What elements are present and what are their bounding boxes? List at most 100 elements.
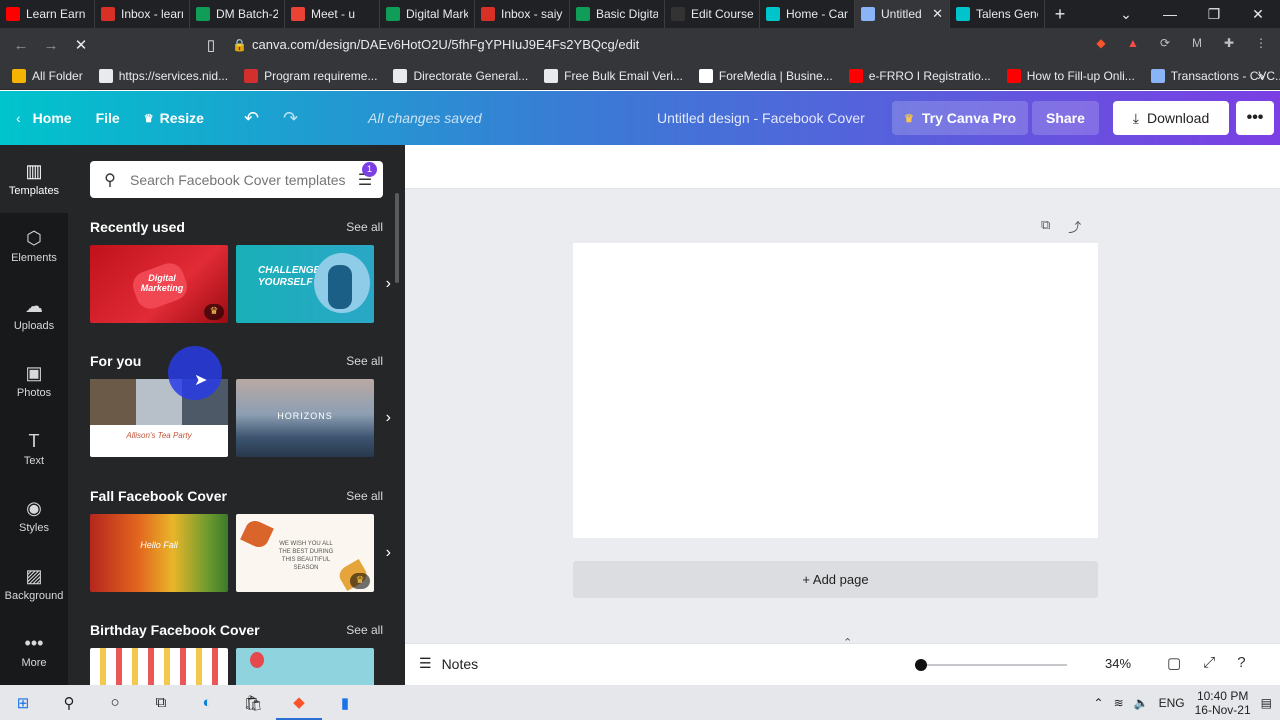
template-thumbnail[interactable]: Hello Fall xyxy=(90,514,228,592)
gmail-ext-icon[interactable]: M xyxy=(1188,34,1206,52)
tab-search-icon[interactable]: ⌄ xyxy=(1104,6,1148,23)
show-pages-chevron-icon[interactable]: ⌃ xyxy=(843,636,852,649)
wifi-icon[interactable]: ≋ xyxy=(1114,696,1124,710)
resize-button[interactable]: ♛ Resize xyxy=(132,91,216,145)
zoom-slider-knob[interactable] xyxy=(915,659,927,671)
zoom-level[interactable]: 34% xyxy=(1105,656,1131,671)
chevron-right-icon[interactable]: › xyxy=(386,409,391,427)
duplicate-page-icon[interactable]: ⧉ xyxy=(1041,217,1050,236)
template-thumbnail[interactable]: Digital Marketing ♛ xyxy=(90,245,228,323)
redo-button[interactable]: ↷ xyxy=(271,91,310,145)
filter-icon[interactable]: ☰ 1 xyxy=(347,161,383,190)
forward-button[interactable]: → xyxy=(36,37,66,54)
rail-item-styles[interactable]: ◉ Styles xyxy=(0,483,68,551)
brave-shield-icon[interactable]: ◆ xyxy=(1092,34,1110,52)
language-indicator[interactable]: ENG xyxy=(1159,696,1185,710)
brave-rewards-icon[interactable]: ▲ xyxy=(1124,34,1142,52)
app-icon[interactable]: ▮ xyxy=(322,685,368,720)
bookmark-item[interactable]: All Folder xyxy=(12,68,83,83)
windows-start-icon[interactable]: ⊞ xyxy=(0,685,46,720)
more-options-button[interactable]: ••• xyxy=(1236,101,1274,135)
see-all-link[interactable]: See all xyxy=(346,623,383,637)
bookmark-item[interactable]: Free Bulk Email Veri... xyxy=(544,68,683,83)
bookmark-item[interactable]: Directorate General... xyxy=(393,68,528,83)
clock[interactable]: 10:40 PM 16-Nov-21 xyxy=(1195,689,1251,717)
template-thumbnail[interactable]: CHALLENGE YOURSELF xyxy=(236,245,374,323)
browser-tab[interactable]: Inbox - saiy xyxy=(475,0,570,28)
see-all-link[interactable]: See all xyxy=(346,354,383,368)
design-title[interactable]: Untitled design - Facebook Cover xyxy=(657,110,865,126)
edge-icon[interactable]: ◐ xyxy=(184,685,230,720)
page-count-icon[interactable]: ▢ xyxy=(1167,654,1181,672)
bookmark-item[interactable]: e-FRRO I Registratio... xyxy=(848,68,991,83)
url-field[interactable]: 🔒 canva.com/design/DAEv6HotO2U/5fhFgYPHI… xyxy=(228,34,1008,56)
rail-item-more[interactable]: ••• More xyxy=(0,618,68,686)
panel-scrollbar[interactable] xyxy=(395,193,399,283)
browser-tab[interactable]: Inbox - learn xyxy=(95,0,190,28)
bookmark-item[interactable]: How to Fill-up Onli... xyxy=(1006,68,1135,83)
see-all-link[interactable]: See all xyxy=(346,489,383,503)
notes-button[interactable]: ☰ Notes xyxy=(419,655,478,672)
browser-tab[interactable]: Meet - u xyxy=(285,0,380,28)
browser-tab[interactable]: Learn Earn xyxy=(0,0,95,28)
rail-item-templates[interactable]: ▥ Templates xyxy=(0,145,68,213)
zoom-slider[interactable] xyxy=(915,659,1067,671)
bookmark-item[interactable]: https://services.nid... xyxy=(98,68,228,83)
extensions-icon[interactable]: ✚ xyxy=(1220,34,1238,52)
sync-icon[interactable]: ⟳ xyxy=(1156,34,1174,52)
browser-tab[interactable]: Basic Digital xyxy=(570,0,665,28)
add-page-button[interactable]: + Add page xyxy=(573,561,1098,598)
design-page[interactable] xyxy=(573,243,1098,538)
tray-overflow-icon[interactable]: ⌃ xyxy=(1094,696,1104,710)
search-icon[interactable]: ⚲ xyxy=(46,685,92,720)
stop-loading-button[interactable]: ✕ xyxy=(66,36,96,54)
share-button[interactable]: Share xyxy=(1032,101,1099,135)
new-tab-button[interactable]: + xyxy=(1045,4,1075,25)
notes-label: Notes xyxy=(441,655,479,672)
cortana-icon[interactable]: ○ xyxy=(92,685,138,720)
workspace-scrollbar[interactable] xyxy=(1272,195,1278,615)
file-menu-button[interactable]: File xyxy=(84,91,132,145)
browser-tab[interactable]: Digital Mark xyxy=(380,0,475,28)
browser-tab[interactable]: DM Batch-2 xyxy=(190,0,285,28)
browser-tab[interactable]: Talens Gene xyxy=(950,0,1045,28)
help-icon[interactable]: ? xyxy=(1237,654,1245,672)
close-window-button[interactable]: ✕ xyxy=(1236,6,1280,23)
bookmarks-overflow-icon[interactable]: » xyxy=(1257,69,1264,83)
store-icon[interactable]: 🛍 xyxy=(230,685,276,720)
browser-tab[interactable]: Edit Course xyxy=(665,0,760,28)
brave-icon[interactable]: ◆ xyxy=(276,685,322,720)
try-canva-pro-button[interactable]: ♛ Try Canva Pro xyxy=(892,101,1029,135)
browser-menu-icon[interactable]: ⋮ xyxy=(1252,34,1270,52)
rail-item-elements[interactable]: ⬡ Elements xyxy=(0,213,68,281)
see-all-link[interactable]: See all xyxy=(346,220,383,234)
rail-item-uploads[interactable]: ☁ Uploads xyxy=(0,280,68,348)
bookmark-item[interactable]: Program requireme... xyxy=(244,68,377,83)
volume-icon[interactable]: 🔈 xyxy=(1134,696,1149,710)
back-button[interactable]: ← xyxy=(6,37,36,54)
template-thumbnail[interactable]: HORIZONS xyxy=(236,379,374,457)
browser-tab[interactable]: Home - Can xyxy=(760,0,855,28)
template-thumbnail[interactable] xyxy=(90,648,228,685)
close-tab-icon[interactable]: ✕ xyxy=(932,6,943,22)
bookmark-icon[interactable]: ▯ xyxy=(196,36,226,54)
chevron-right-icon[interactable]: › xyxy=(386,544,391,562)
notifications-icon[interactable]: ▤ xyxy=(1261,696,1272,710)
rail-item-background[interactable]: ▨ Background xyxy=(0,550,68,618)
maximize-button[interactable]: ❐ xyxy=(1192,6,1236,23)
search-input[interactable] xyxy=(130,171,347,188)
fullscreen-icon[interactable]: ⤢ xyxy=(1203,654,1215,672)
bookmark-item[interactable]: ForeMedia | Busine... xyxy=(698,68,833,83)
add-page-icon[interactable]: ⤴ xyxy=(1068,217,1081,236)
minimize-button[interactable]: — xyxy=(1148,6,1192,22)
chevron-right-icon[interactable]: › xyxy=(386,275,391,293)
undo-button[interactable]: ↶ xyxy=(232,91,271,145)
browser-tab[interactable]: Untitled ✕ xyxy=(855,0,950,28)
download-button[interactable]: ⤓ Download xyxy=(1113,101,1229,135)
template-thumbnail[interactable] xyxy=(236,648,374,685)
rail-item-photos[interactable]: ▣ Photos xyxy=(0,348,68,416)
task-view-icon[interactable]: ⧉ xyxy=(138,685,184,720)
home-button[interactable]: ‹ Home xyxy=(0,91,84,145)
rail-item-text[interactable]: T Text xyxy=(0,415,68,483)
template-thumbnail[interactable]: WE WISH YOU ALL THE BEST DURING THIS BEA… xyxy=(236,514,374,592)
